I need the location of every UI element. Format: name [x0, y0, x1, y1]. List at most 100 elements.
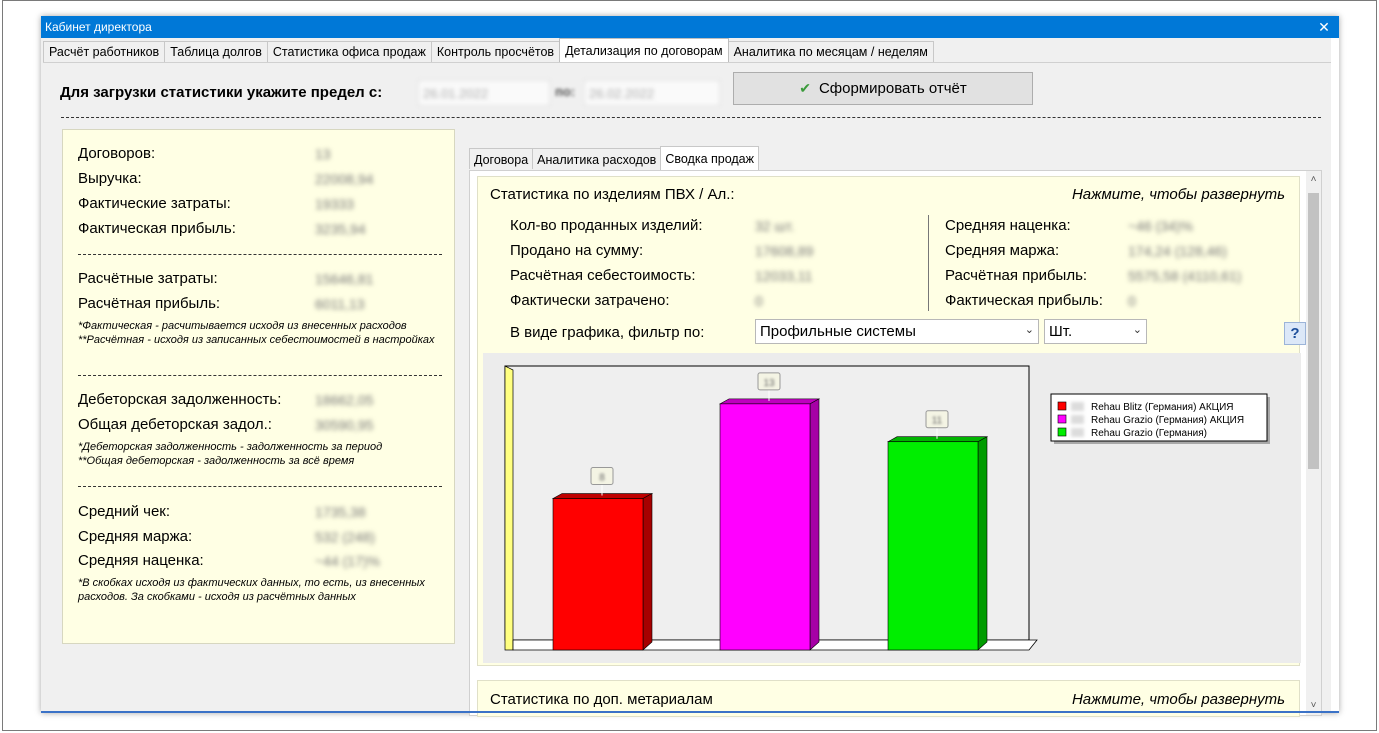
unit-select[interactable]: Шт. ⌄: [1044, 319, 1147, 344]
chart-filter-label: В виде графика, фильтр по:: [510, 324, 705, 341]
total-debt-label: Общая дебеторская задол.:: [78, 416, 272, 433]
data-label: 11: [925, 410, 949, 429]
bar-chart: 8 13 11 Rehau Blitz (Германия) АКЦИЯ Rehau …: [504, 365, 1270, 651]
avg-margin-label: Средняя маржа:: [78, 528, 193, 545]
calc-profit-value: 6011,13: [315, 296, 365, 312]
pvc-stats-panel[interactable]: Статистика по изделиям ПВХ / Ал.: Нажмит…: [477, 176, 1306, 666]
calc-profit-value: 5575,58 (4110,61): [1128, 268, 1242, 284]
tab-office-stats[interactable]: Статистика офиса продаж: [266, 41, 432, 62]
title-bar: Кабинет директора ✕: [41, 16, 1339, 38]
divider: [78, 486, 442, 487]
tab-sales-summary[interactable]: Сводка продаж: [660, 146, 759, 170]
chart-left-wall: [504, 365, 514, 651]
calc-costs-value: 15646,81: [315, 271, 374, 287]
fact-profit-value: 3235,94: [315, 221, 366, 237]
chevron-down-icon: ⌄: [1024, 324, 1034, 336]
divider: [61, 117, 1321, 118]
calc-note-1: *Фактическая - расчитывается исходя из в…: [78, 320, 407, 332]
avg-check-value: 1735,38: [315, 504, 366, 520]
tab-expense-analytics[interactable]: Аналитика расходов: [532, 148, 662, 169]
sub-tabs: Договора Аналитика расходов Сводка прода…: [469, 146, 759, 170]
generate-report-button[interactable]: ✔ Сформировать отчёт: [733, 72, 1033, 105]
actual-spent-label: Фактически затрачено:: [510, 292, 670, 309]
scroll-thumb[interactable]: [1308, 193, 1319, 469]
avg-markup-value: ~44 (17)%: [315, 553, 380, 569]
generate-report-label: Сформировать отчёт: [818, 80, 967, 97]
avg-markup-value: ~46 (34)%: [1128, 218, 1193, 234]
unit-select-value: Шт.: [1049, 323, 1073, 340]
close-icon[interactable]: ✕: [1309, 16, 1339, 38]
vertical-divider: [928, 215, 929, 311]
debt-note-1: *Дебеторская задолженность - задолженнос…: [78, 441, 383, 453]
date-to-label: по:: [555, 84, 576, 99]
right-strip: [1331, 38, 1339, 713]
fact-profit-value: 0: [1128, 293, 1136, 309]
svg-text:11: 11: [932, 416, 943, 427]
fact-profit-label: Фактическая прибыль:: [945, 292, 1103, 309]
vertical-scrollbar[interactable]: ˄ ˅: [1306, 171, 1321, 715]
divider: [78, 254, 442, 255]
sales-chart: 8 13 11 Rehau Blitz (Германия) АКЦИЯ Rehau …: [483, 353, 1301, 663]
tab-monthly-analytics[interactable]: Аналитика по месяцам / неделям: [727, 41, 934, 62]
data-label: 13: [757, 372, 781, 391]
tab-contracts[interactable]: Договора: [469, 148, 534, 169]
avg-check-label: Средний чек:: [78, 503, 171, 520]
contract-details-page: Для загрузки статистики укажите предел с…: [43, 62, 1331, 717]
window-title: Кабинет директора: [45, 20, 152, 34]
tab-debts[interactable]: Таблица долгов: [164, 41, 268, 62]
avg-markup-label: Средняя наценка:: [945, 217, 1071, 234]
sold-count-value: 32 шт.: [755, 218, 795, 234]
avg-margin-value: 174,24 (128,46): [1128, 243, 1227, 259]
expand-hint[interactable]: Нажмите, чтобы развернуть: [1072, 691, 1285, 708]
calc-profit-label: Расчётная прибыль:: [78, 295, 221, 312]
main-tabs: Расчёт работников Таблица долгов Статист…: [43, 38, 934, 62]
debt-label: Дебеторская задолженность:: [78, 391, 282, 408]
svg-text:Rehau Grazio (Германия) АКЦИЯ: Rehau Grazio (Германия) АКЦИЯ: [1091, 415, 1244, 426]
chevron-down-icon: ⌄: [1132, 324, 1142, 336]
check-icon: ✔: [799, 80, 811, 96]
help-button[interactable]: ?: [1284, 322, 1306, 345]
debt-note-2: **Общая дебеторская - задолженность за в…: [78, 455, 355, 467]
date-from-picker[interactable]: 26.01.2022: [418, 80, 550, 106]
calc-profit-label: Расчётная прибыль:: [945, 267, 1088, 284]
avg-margin-value: 532 (248): [315, 529, 375, 545]
sold-sum-value: 17608,89: [755, 243, 814, 259]
avg-markup-label: Средняя наценка:: [78, 552, 204, 569]
tab-contract-details[interactable]: Детализация по договорам: [559, 38, 729, 62]
fact-profit-label: Фактическая прибыль:: [78, 220, 236, 237]
calc-note-2: **Расчётная - исходя из записанных себес…: [78, 334, 435, 346]
bar-3: [886, 427, 989, 651]
expand-hint[interactable]: Нажмите, чтобы развернуть: [1072, 186, 1285, 203]
pvc-stats-title: Статистика по изделиям ПВХ / Ал.:: [490, 186, 735, 203]
tab-worker-calc[interactable]: Расчёт работников: [43, 41, 166, 62]
contracts-value: 13: [315, 146, 331, 162]
svg-text:Rehau Grazio (Германия): Rehau Grazio (Германия): [1091, 428, 1207, 439]
actual-spent-value: 0: [755, 293, 763, 309]
revenue-label: Выручка:: [78, 170, 142, 187]
calc-cost-value: 12033,11: [755, 268, 813, 284]
summary-panel: Договоров: 13 Выручка: 22008,94 Фактичес…: [62, 129, 455, 644]
bottom-border: [41, 711, 1339, 713]
fact-costs-label: Фактические затраты:: [78, 195, 231, 212]
divider: [78, 375, 442, 376]
date-to-picker[interactable]: 26.02.2022: [584, 80, 720, 106]
bar-1: [551, 484, 654, 651]
fact-costs-value: 19333: [315, 196, 354, 212]
filter-select-value: Профильные системы: [760, 323, 916, 340]
avg-note: *В скобках исходя из фактических данных,…: [78, 577, 425, 603]
tab-control[interactable]: Контроль просчётов: [430, 41, 561, 62]
debt-value: 18662,05: [315, 392, 374, 408]
svg-text:8: 8: [599, 473, 605, 484]
avg-margin-label: Средняя маржа:: [945, 242, 1060, 259]
revenue-value: 22008,94: [315, 171, 374, 187]
svg-text:13: 13: [763, 378, 775, 389]
total-debt-value: 30590,95: [315, 417, 374, 433]
sold-sum-label: Продано на сумму:: [510, 242, 644, 259]
load-period-label: Для загрузки статистики укажите предел с…: [60, 84, 383, 101]
sold-count-label: Кол-во проданных изделий:: [510, 217, 703, 234]
scroll-up-icon[interactable]: ˄: [1306, 171, 1321, 189]
director-window: Кабинет директора ✕ Расчёт работников Та…: [41, 16, 1339, 717]
filter-select[interactable]: Профильные системы ⌄: [755, 319, 1039, 344]
calc-costs-label: Расчётные затраты:: [78, 270, 218, 287]
contracts-label: Договоров:: [78, 145, 156, 162]
